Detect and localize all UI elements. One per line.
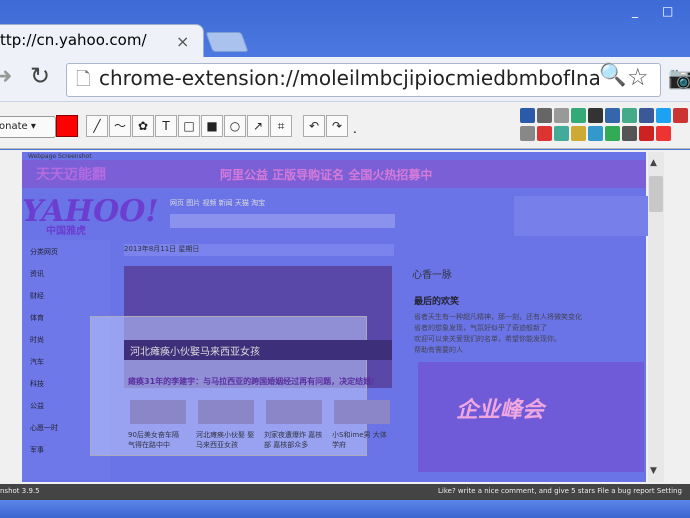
news-thumbnail-caption: 河北瘫痪小伙娶 娶马来西亚女孩 [196,431,255,449]
hot-line: 帮助有需要的人 [414,346,463,354]
scrollbar-thumb[interactable] [649,176,663,212]
news-thumbnail [130,400,186,424]
share-service-icon[interactable] [554,108,569,123]
banner-text-left: 天天迈能翻 [36,167,106,183]
draw-tool-4[interactable]: □ [178,115,200,137]
sidebar-item: 财经 [30,292,44,300]
minimize-icon[interactable]: _ [632,4,646,18]
banner-text-right: 阿里公益 正版导购证名 全国火热招募中 [220,168,433,182]
share-service-icon[interactable] [622,108,637,123]
back-arrow-icon[interactable]: ➜ [0,64,12,89]
share-service-icon[interactable] [605,126,620,141]
promo-text: 企业峰会 [456,398,545,423]
draw-tool-0[interactable]: ╱ [86,115,108,137]
hot-section-header: 心香一脉 [412,270,452,281]
news-thumbnail-caption: 小S和ime男 大体学府 [332,431,387,449]
new-tab-button[interactable] [205,32,249,52]
search-tabs: 网页 图片 视频 新闻 天猫 淘宝 [170,199,266,207]
url-text[interactable]: chrome-extension://moleilmbcjipiocmiedbm… [99,66,599,90]
share-service-icon[interactable] [520,108,535,123]
draw-tool-1[interactable]: 〜 [109,115,131,137]
share-service-icon[interactable] [537,126,552,141]
status-links[interactable]: Like? write a nice comment, and give 5 s… [438,487,682,495]
draw-tool-5[interactable]: ■ [201,115,223,137]
yahoo-search-bar [170,214,395,228]
news-thumbnail [198,400,254,424]
news-thumbnail-caption: 90后美女奋车隔 气得在路中中 [128,431,179,449]
date-bar: 2013年8月11日 星期日 [124,244,394,256]
maximize-icon[interactable]: □ [662,4,673,18]
draw-tool-6[interactable]: ○ [224,115,246,137]
hot-title: 最后的欢笑 [414,297,460,307]
share-service-icon[interactable] [656,108,671,123]
share-service-icon[interactable] [673,108,688,123]
draw-tool-2[interactable]: ✿ [132,115,154,137]
hot-line: 省者的想象发现，气氛好似乎了奇迹般新了 [414,324,547,332]
draw-tool-3[interactable]: T [155,115,177,137]
yahoo-logo: YAHOO! [22,194,159,229]
share-service-icon[interactable] [588,108,603,123]
taskbar [0,500,690,518]
share-service-icon[interactable] [622,126,637,141]
search-icon[interactable]: 🔍 [599,63,626,88]
sidebar-item: 资讯 [30,270,44,278]
yahoo-logo-sub: 中国雅虎 [46,226,86,237]
share-service-icon[interactable] [520,126,535,141]
screenshot-label: Webpage Screenshot [28,153,92,160]
share-service-icon[interactable] [554,126,569,141]
donate-dropdown[interactable]: onate ▾ [0,116,56,138]
draw-tool-10[interactable]: ↷ [326,115,348,137]
share-service-icon[interactable] [571,126,586,141]
bookmark-star-icon[interactable]: ☆ [627,63,649,91]
hot-line: 欢迎可以来关爱我们的名单，希望你能发现你。 [414,335,561,343]
scroll-down-icon[interactable]: ▼ [650,466,657,476]
draw-tool-8[interactable]: ⌗ [270,115,292,137]
hero-caption: 河北瘫痪小伙娶马来西亚女孩 [130,347,260,358]
color-picker[interactable] [56,115,78,137]
toolbar-dot: . [353,122,357,136]
share-service-icon[interactable] [656,126,671,141]
hot-line: 省者天生有一种超凡精神，那一刻，还有人将微笑变化 [414,313,582,321]
news-headline: 瘫痪31年的李建宇：与马拉西亚的跨国婚姻经过再有问题，决定结婚/ [128,377,375,386]
draw-tool-9[interactable]: ↶ [303,115,325,137]
share-service-icon[interactable] [588,126,603,141]
news-thumbnail-caption: 刘家夜遭爆炸 嘉核部 嘉核部众多 [264,431,323,449]
draw-tool-7[interactable]: ↗ [247,115,269,137]
tab-title: ttp://cn.yahoo.com/ [0,31,147,49]
share-service-icon[interactable] [537,108,552,123]
share-service-icon[interactable] [571,108,586,123]
share-service-icon[interactable] [639,108,654,123]
share-service-icon[interactable] [605,108,620,123]
scroll-up-icon[interactable]: ▲ [650,158,657,168]
sidebar-item: 分类网页 [30,248,58,256]
page-icon: 🗋 [76,69,91,90]
share-service-icon[interactable] [639,126,654,141]
reload-icon[interactable]: ↻ [30,62,50,90]
tab-close-icon[interactable]: × [176,32,189,51]
status-version: nshot 3.9.5 [0,487,40,495]
news-thumbnail [266,400,322,424]
extension-camera-icon[interactable]: 📷 [668,66,690,91]
right-login-panel [514,196,648,236]
news-thumbnail [334,400,390,424]
